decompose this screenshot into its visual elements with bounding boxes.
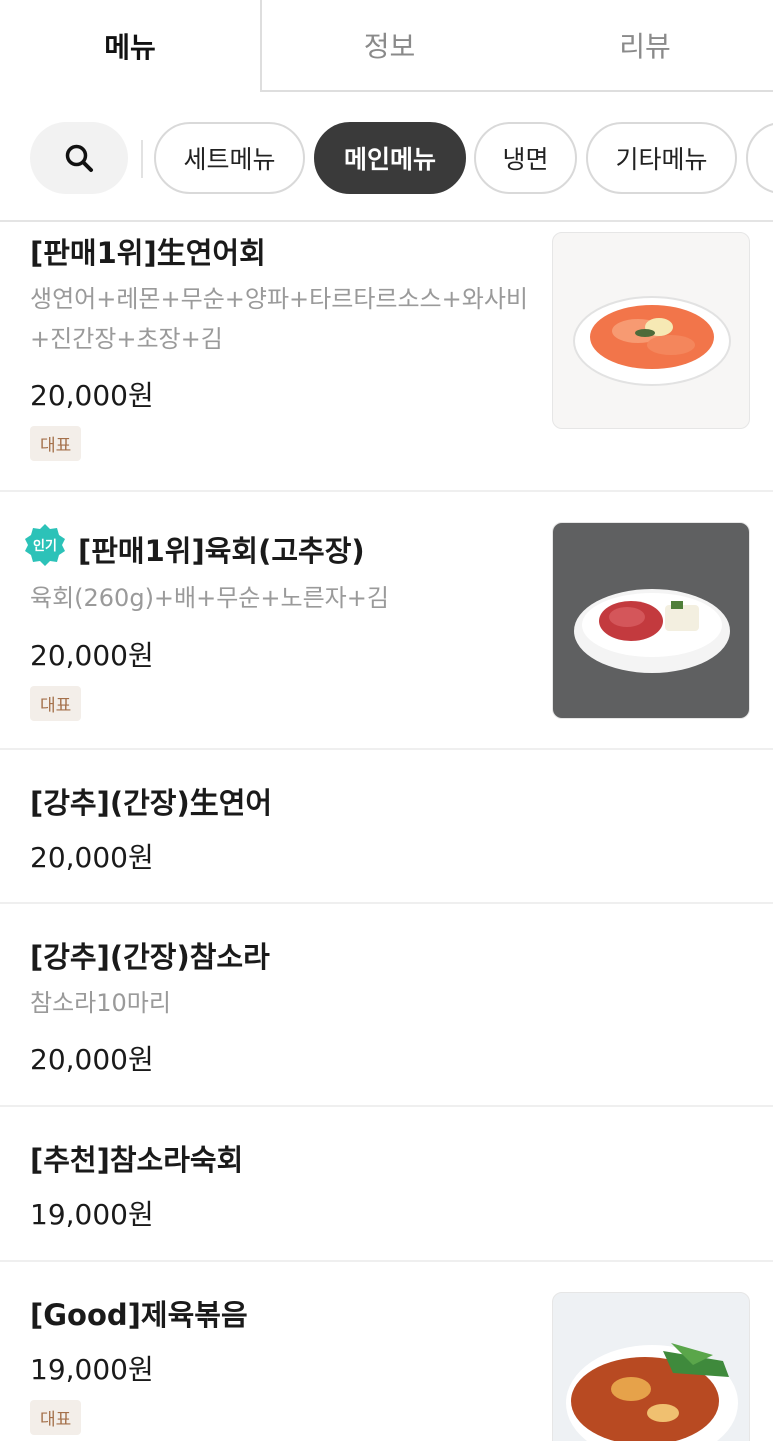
- item-description: 생연어+레몬+무순+양파+타르타르소스+와사비 +진간장+초장+김: [30, 285, 528, 353]
- category-chip-bar: 세트메뉴 메인메뉴 냉면 기타메뉴: [0, 92, 773, 222]
- item-price: 20,000원: [30, 639, 154, 672]
- chip-next-partial[interactable]: [746, 122, 773, 194]
- menu-item-conch-sukhoe[interactable]: [추천]참소라숙회 19,000원: [0, 1107, 773, 1262]
- signature-badge: 대표: [30, 686, 82, 721]
- item-name: [판매1위]육회(고추장): [78, 534, 365, 568]
- svg-text:인기: 인기: [33, 538, 57, 554]
- item-name: [추천]참소라숙회: [30, 1143, 244, 1177]
- menu-item-yukhoe[interactable]: 인기 [판매1위]육회(고추장) 육회(260g)+배+무순+노른자+김 20,…: [0, 492, 773, 750]
- signature-badge: 대표: [30, 1400, 82, 1435]
- item-description: 참소라10마리: [30, 989, 171, 1017]
- salmon-sashimi-photo: [552, 232, 750, 429]
- yukhoe-photo: [552, 522, 750, 719]
- search-button[interactable]: [30, 122, 128, 194]
- chip-divider: [141, 140, 143, 178]
- signature-badge: 대표: [30, 426, 82, 461]
- chip-other-menu[interactable]: 기타메뉴: [586, 122, 737, 194]
- item-price: 19,000원: [30, 1353, 154, 1386]
- menu-item-salmon[interactable]: [판매1위]生연어회 생연어+레몬+무순+양파+타르타르소스+와사비 +진간장+…: [0, 224, 773, 492]
- tab-menu[interactable]: 메뉴: [0, 0, 260, 92]
- item-description: 육회(260g)+배+무순+노른자+김: [30, 584, 389, 612]
- item-name: [강추](간장)生연어: [30, 786, 273, 820]
- popular-badge: 인기: [25, 524, 65, 566]
- item-price: 20,000원: [30, 1043, 154, 1076]
- menu-item-jeyuk[interactable]: [Good]제육볶음 19,000원 대표: [0, 1262, 773, 1441]
- chip-naengmyeon[interactable]: 냉면: [474, 122, 577, 194]
- item-name: [강추](간장)참소라: [30, 940, 270, 974]
- tab-info[interactable]: 정보: [260, 0, 517, 92]
- chip-set-menu[interactable]: 세트메뉴: [154, 122, 305, 194]
- item-name: [Good]제육볶음: [30, 1298, 248, 1332]
- search-icon: [65, 144, 93, 172]
- item-name: [판매1위]生연어회: [30, 236, 266, 270]
- tab-reviews[interactable]: 리뷰: [517, 0, 773, 92]
- item-price: 20,000원: [30, 841, 154, 874]
- item-price: 20,000원: [30, 379, 154, 412]
- menu-item-soy-conch[interactable]: [강추](간장)참소라 참소라10마리 20,000원: [0, 904, 773, 1107]
- menu-tabs: 메뉴 정보 리뷰: [0, 0, 773, 92]
- chip-main-menu[interactable]: 메인메뉴: [314, 122, 466, 194]
- menu-item-soy-salmon[interactable]: [강추](간장)生연어 20,000원: [0, 750, 773, 904]
- jeyuk-bokkeum-photo: [552, 1292, 750, 1441]
- item-price: 19,000원: [30, 1198, 154, 1231]
